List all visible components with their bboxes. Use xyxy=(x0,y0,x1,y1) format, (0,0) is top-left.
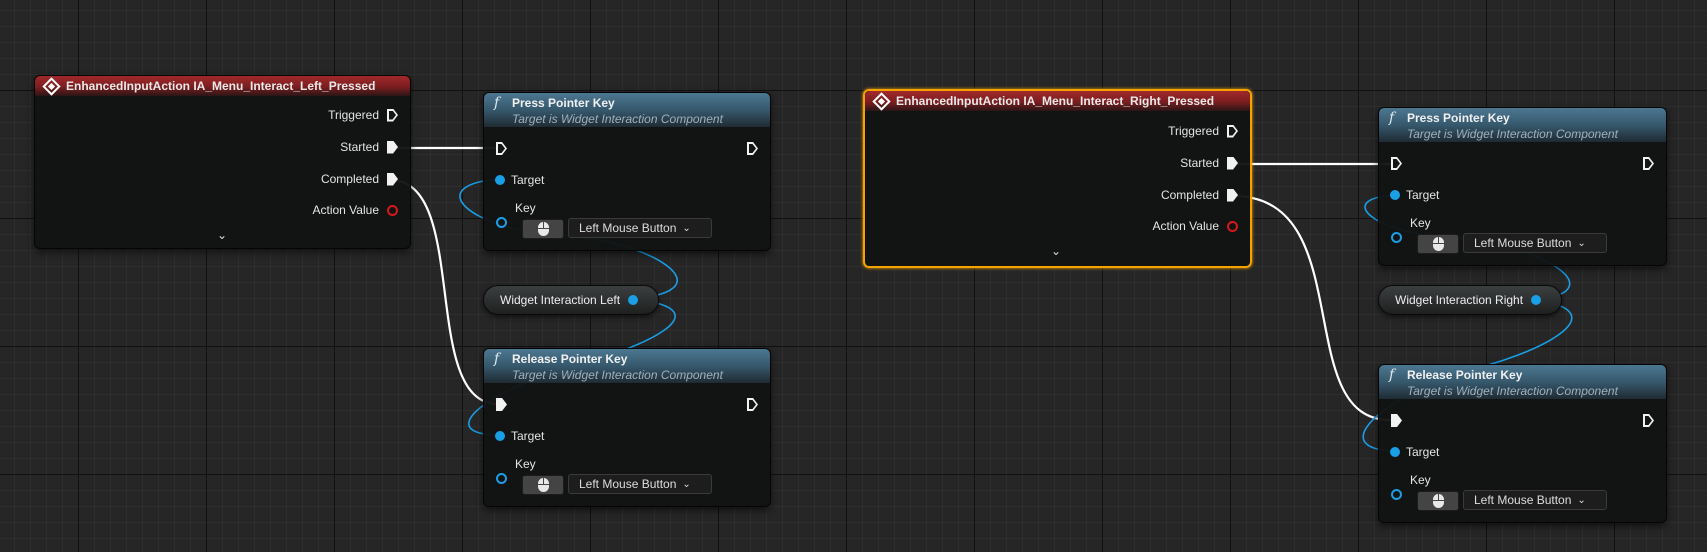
node-subtitle: Target is Widget Interaction Component xyxy=(512,368,723,382)
press-pointer-key-right-header[interactable]: f Press Pointer Key Target is Widget Int… xyxy=(1379,108,1666,142)
chevron-down-icon[interactable]: ⌄ xyxy=(217,228,227,242)
exec-out-pin-icon[interactable] xyxy=(747,142,758,155)
exec-in-pin-icon[interactable] xyxy=(496,142,507,155)
pin-target[interactable]: Target xyxy=(1390,188,1439,202)
pin-triggered[interactable]: Triggered xyxy=(328,108,398,122)
exec-in-pin-icon[interactable] xyxy=(496,398,507,411)
pin-action-value[interactable]: Action Value xyxy=(1153,219,1238,233)
exec-out-pin-icon[interactable] xyxy=(387,140,398,154)
event-node-left[interactable]: EnhancedInputAction IA_Menu_Interact_Lef… xyxy=(34,75,411,249)
release-pointer-key-right-node[interactable]: f Release Pointer Key Target is Widget I… xyxy=(1378,364,1667,523)
function-f-icon: f xyxy=(494,351,500,367)
exec-in-pin-icon[interactable] xyxy=(1391,414,1402,427)
struct-pin-icon[interactable] xyxy=(496,217,507,228)
exec-out-pin-icon[interactable] xyxy=(1643,414,1654,427)
node-title: Release Pointer Key xyxy=(1407,368,1523,382)
pin-target[interactable]: Target xyxy=(495,429,544,443)
pin-started[interactable]: Started xyxy=(1180,156,1238,170)
struct-pin-icon[interactable] xyxy=(496,473,507,484)
exec-out-pin-icon[interactable] xyxy=(1227,188,1238,202)
exec-out-pin-icon[interactable] xyxy=(1227,124,1238,138)
mouse-icon xyxy=(537,222,549,236)
pin-completed[interactable]: Completed xyxy=(321,172,398,186)
struct-pin-icon[interactable] xyxy=(1391,489,1402,500)
event-diamond-icon xyxy=(42,76,61,96)
pin-started[interactable]: Started xyxy=(340,140,398,154)
exec-out-pin-icon[interactable] xyxy=(747,398,758,411)
chevron-down-icon: ⌄ xyxy=(682,478,691,490)
key-selector-button[interactable] xyxy=(522,219,564,239)
pin-key-label: Key xyxy=(515,201,536,215)
key-dropdown[interactable]: Left Mouse Button ⌄ xyxy=(1463,233,1607,253)
exec-in-pin-icon[interactable] xyxy=(1391,157,1402,170)
key-selector-button[interactable] xyxy=(1417,491,1459,511)
press-pointer-key-right-node[interactable]: f Press Pointer Key Target is Widget Int… xyxy=(1378,107,1667,266)
event-node-left-title: EnhancedInputAction IA_Menu_Interact_Lef… xyxy=(66,79,376,93)
widget-interaction-left-variable[interactable]: Widget Interaction Left xyxy=(483,285,659,315)
pin-target[interactable]: Target xyxy=(1390,445,1439,459)
function-f-icon: f xyxy=(1389,110,1395,126)
key-selector-button[interactable] xyxy=(1417,234,1459,254)
event-node-right[interactable]: EnhancedInputAction IA_Menu_Interact_Rig… xyxy=(863,89,1252,268)
event-node-left-header[interactable]: EnhancedInputAction IA_Menu_Interact_Lef… xyxy=(35,76,410,96)
object-pin-icon[interactable] xyxy=(1531,295,1542,305)
node-subtitle: Target is Widget Interaction Component xyxy=(1407,384,1618,398)
node-subtitle: Target is Widget Interaction Component xyxy=(1407,127,1618,141)
object-pin-icon[interactable] xyxy=(1390,190,1400,200)
release-pointer-key-left-node[interactable]: f Release Pointer Key Target is Widget I… xyxy=(483,348,771,507)
widget-interaction-right-variable[interactable]: Widget Interaction Right xyxy=(1378,285,1562,315)
release-pointer-key-right-header[interactable]: f Release Pointer Key Target is Widget I… xyxy=(1379,365,1666,399)
node-title: Release Pointer Key xyxy=(512,352,628,366)
object-pin-icon[interactable] xyxy=(1390,447,1400,457)
node-title: Press Pointer Key xyxy=(1407,111,1510,125)
key-dropdown[interactable]: Left Mouse Button ⌄ xyxy=(568,474,712,494)
function-f-icon: f xyxy=(494,95,500,111)
pin-target[interactable]: Target xyxy=(495,173,544,187)
exec-wire-completed-right[interactable] xyxy=(1231,194,1392,422)
struct-pin-icon[interactable] xyxy=(1391,232,1402,243)
pin-triggered[interactable]: Triggered xyxy=(1168,124,1238,138)
chevron-down-icon[interactable]: ⌄ xyxy=(1051,244,1061,258)
event-node-right-header[interactable]: EnhancedInputAction IA_Menu_Interact_Rig… xyxy=(865,91,1250,111)
event-node-right-title: EnhancedInputAction IA_Menu_Interact_Rig… xyxy=(896,94,1215,108)
exec-out-pin-icon[interactable] xyxy=(1643,157,1654,170)
exec-out-pin-icon[interactable] xyxy=(387,108,398,122)
mouse-icon xyxy=(1432,494,1444,508)
pin-key-label: Key xyxy=(515,457,536,471)
struct-pin-icon[interactable] xyxy=(387,204,398,216)
struct-pin-icon[interactable] xyxy=(1227,220,1238,232)
key-dropdown[interactable]: Left Mouse Button ⌄ xyxy=(568,218,712,238)
exec-out-pin-icon[interactable] xyxy=(387,172,398,186)
object-pin-icon[interactable] xyxy=(495,431,505,441)
object-pin-icon[interactable] xyxy=(628,295,639,305)
node-title: Press Pointer Key xyxy=(512,96,615,110)
press-pointer-key-left-header[interactable]: f Press Pointer Key Target is Widget Int… xyxy=(484,93,770,127)
mouse-icon xyxy=(1432,237,1444,251)
pin-key-label: Key xyxy=(1410,216,1431,230)
node-subtitle: Target is Widget Interaction Component xyxy=(512,112,723,126)
pin-completed[interactable]: Completed xyxy=(1161,188,1238,202)
chevron-down-icon: ⌄ xyxy=(682,222,691,234)
chevron-down-icon: ⌄ xyxy=(1577,494,1586,506)
pin-action-value[interactable]: Action Value xyxy=(313,203,398,217)
key-dropdown[interactable]: Left Mouse Button ⌄ xyxy=(1463,490,1607,510)
key-selector-button[interactable] xyxy=(522,475,564,495)
function-f-icon: f xyxy=(1389,367,1395,383)
pin-key-label: Key xyxy=(1410,473,1431,487)
chevron-down-icon: ⌄ xyxy=(1577,237,1586,249)
release-pointer-key-left-header[interactable]: f Release Pointer Key Target is Widget I… xyxy=(484,349,770,383)
object-pin-icon[interactable] xyxy=(495,175,505,185)
press-pointer-key-left-node[interactable]: f Press Pointer Key Target is Widget Int… xyxy=(483,92,771,251)
mouse-icon xyxy=(537,478,549,492)
exec-out-pin-icon[interactable] xyxy=(1227,156,1238,170)
event-diamond-icon xyxy=(872,91,891,111)
